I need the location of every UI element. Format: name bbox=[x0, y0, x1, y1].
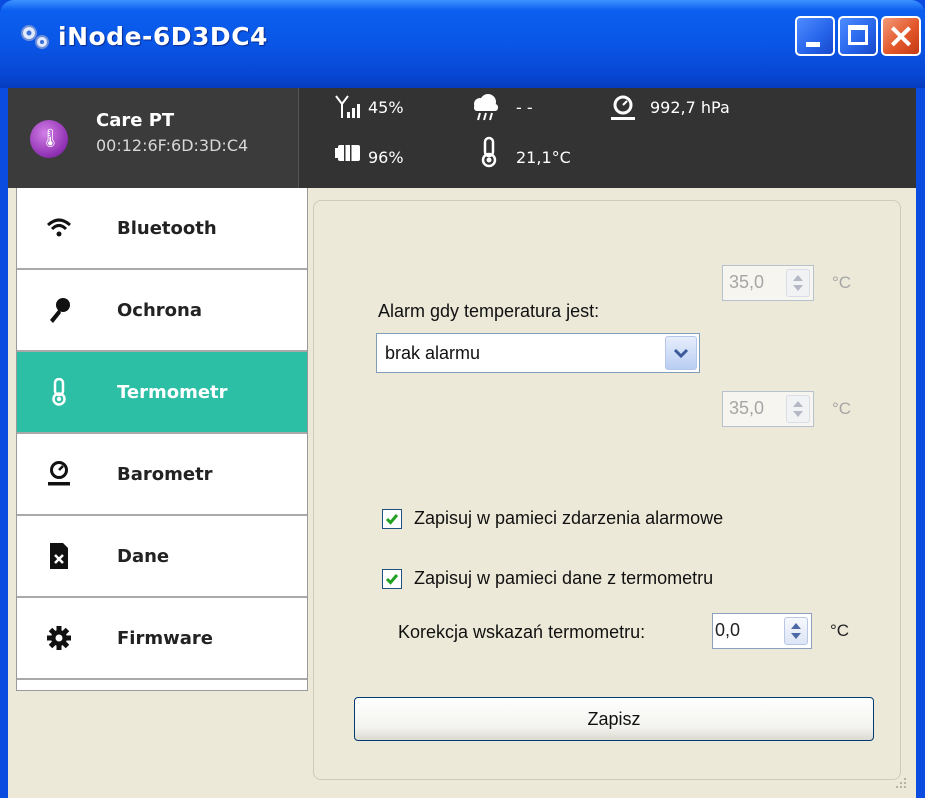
sidebar-item-label: Bluetooth bbox=[117, 218, 217, 239]
up-arrow-icon bbox=[793, 401, 803, 407]
sidebar-item-termometr[interactable]: Termometr bbox=[17, 352, 307, 434]
chevron-down-icon bbox=[673, 348, 689, 359]
alarm-mode-select[interactable]: brak alarmu bbox=[376, 333, 700, 373]
sidebar-item-firmware[interactable]: Firmware bbox=[17, 598, 307, 680]
thermometer-icon bbox=[481, 136, 497, 168]
up-arrow-icon bbox=[791, 623, 801, 629]
lower-limit-spinbox[interactable]: 35,0 bbox=[722, 391, 814, 427]
device-header: 🌡 Care PT 00:12:6F:6D:3D:C4 45% - - 992,… bbox=[8, 88, 916, 188]
alarm-mode-value: brak alarmu bbox=[385, 343, 481, 363]
device-info: 🌡 Care PT 00:12:6F:6D:3D:C4 bbox=[8, 88, 299, 188]
rain-cloud-icon bbox=[474, 94, 498, 121]
device-name: Care PT bbox=[96, 110, 175, 131]
client-area: 🌡 Care PT 00:12:6F:6D:3D:C4 45% - - 992,… bbox=[8, 88, 916, 798]
sidebar-item-label: Firmware bbox=[117, 628, 213, 649]
barometer-icon bbox=[611, 95, 635, 120]
correction-unit: °C bbox=[830, 621, 850, 640]
save-alarm-events-checkbox[interactable] bbox=[382, 509, 402, 529]
sidebar-item-dane[interactable]: Dane bbox=[17, 516, 307, 598]
close-icon: × bbox=[886, 16, 916, 56]
data-file-icon bbox=[50, 543, 68, 569]
save-thermo-data-label[interactable]: Zapisuj w pamieci dane z termometru bbox=[414, 568, 713, 589]
down-arrow-icon bbox=[793, 411, 803, 417]
correction-label: Korekcja wskazań termometru: bbox=[398, 622, 646, 642]
upper-limit-value: 35,0 bbox=[729, 272, 765, 292]
signal-value: 45% bbox=[368, 98, 404, 117]
down-arrow-icon bbox=[791, 633, 801, 639]
thermometer-icon bbox=[52, 378, 66, 406]
lower-limit-stepper[interactable] bbox=[786, 395, 810, 423]
maximize-button[interactable] bbox=[838, 16, 878, 56]
resize-grip-icon[interactable] bbox=[894, 776, 908, 790]
maximize-icon bbox=[848, 25, 868, 45]
pressure-value: 992,7 hPa bbox=[650, 98, 730, 117]
sidebar-item-barometr[interactable]: Barometr bbox=[17, 434, 307, 516]
save-alarm-events-label[interactable]: Zapisuj w pamieci zdarzenia alarmowe bbox=[414, 508, 723, 529]
lower-limit-unit: °C bbox=[832, 399, 852, 418]
upper-limit-spinbox[interactable]: 35,0 bbox=[722, 265, 814, 301]
thermometer-badge-icon: 🌡 bbox=[39, 128, 62, 148]
temperature-value: 21,1°C bbox=[516, 148, 571, 167]
correction-stepper[interactable] bbox=[784, 617, 808, 645]
save-button[interactable]: Zapisz bbox=[354, 697, 874, 741]
device-mac: 00:12:6F:6D:3D:C4 bbox=[96, 136, 249, 155]
close-button[interactable]: × bbox=[881, 16, 921, 56]
sidebar-item-label: Ochrona bbox=[117, 300, 202, 321]
wifi-icon bbox=[47, 218, 71, 237]
rain-value: - - bbox=[516, 98, 533, 117]
minimize-button[interactable] bbox=[795, 16, 835, 56]
signal-icon bbox=[335, 95, 360, 118]
app-window: iNode-6D3DC4 × 🌡 Care PT 00:12:6F:6D:3D:… bbox=[0, 0, 925, 798]
checkmark-icon bbox=[385, 514, 399, 525]
termometr-panel: 35,0 °C Alarm gdy temperatura jest: brak… bbox=[313, 200, 901, 780]
battery-icon bbox=[335, 145, 360, 161]
alarm-label: Alarm gdy temperatura jest: bbox=[378, 301, 600, 321]
sidebar-item-bluetooth[interactable]: Bluetooth bbox=[17, 188, 307, 270]
up-arrow-icon bbox=[793, 275, 803, 281]
app-gears-icon bbox=[21, 25, 49, 49]
sidebar-item-label: Termometr bbox=[117, 382, 228, 403]
correction-value: 0,0 bbox=[715, 620, 741, 640]
minimize-icon bbox=[806, 42, 820, 47]
key-icon bbox=[50, 298, 70, 323]
down-arrow-icon bbox=[793, 285, 803, 291]
sidebar: Bluetooth Ochrona Termometr Barometr Dan… bbox=[16, 188, 308, 691]
barometer-icon bbox=[48, 461, 70, 486]
sidebar-item-ochrona[interactable]: Ochrona bbox=[17, 270, 307, 352]
device-avatar: 🌡 bbox=[30, 120, 68, 158]
upper-limit-unit: °C bbox=[832, 273, 852, 292]
sidebar-item-label: Barometr bbox=[117, 464, 213, 485]
lower-limit-value: 35,0 bbox=[729, 398, 765, 418]
sidebar-item-label: Dane bbox=[117, 546, 170, 567]
battery-value: 96% bbox=[368, 148, 404, 167]
dropdown-button[interactable] bbox=[665, 336, 697, 370]
window-title: iNode-6D3DC4 bbox=[58, 22, 268, 51]
gear-icon bbox=[47, 626, 71, 650]
title-bar[interactable]: iNode-6D3DC4 × bbox=[0, 0, 925, 88]
correction-spinbox[interactable]: 0,0 bbox=[712, 613, 812, 649]
upper-limit-stepper[interactable] bbox=[786, 269, 810, 297]
save-thermo-data-checkbox[interactable] bbox=[382, 569, 402, 589]
checkmark-icon bbox=[385, 574, 399, 585]
